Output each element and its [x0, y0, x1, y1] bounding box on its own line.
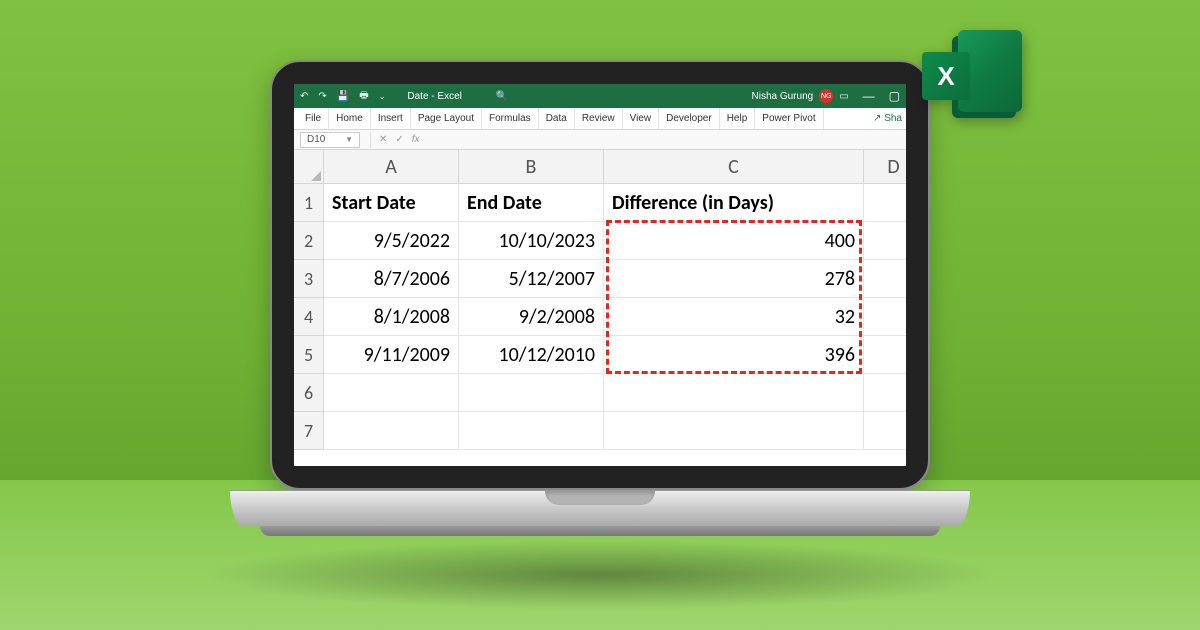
tab-home[interactable]: Home: [329, 108, 371, 129]
spreadsheet-grid[interactable]: A B C D 1 Start Date End Date Difference…: [294, 150, 906, 450]
name-box[interactable]: D10 ▼: [300, 132, 360, 148]
cell-d7[interactable]: [864, 412, 906, 450]
cell-d6[interactable]: [864, 374, 906, 412]
qat-more-icon[interactable]: ⌄: [379, 92, 386, 101]
excel-window: ↶ ↷ 💾 🖶 ⌄ Date - Excel 🔍 Nisha Gurung NG…: [294, 84, 906, 466]
cell-d1[interactable]: [864, 184, 906, 222]
cell-b2[interactable]: 10/10/2023: [459, 222, 604, 260]
cell-c7[interactable]: [604, 412, 864, 450]
search-icon[interactable]: 🔍: [496, 91, 508, 102]
cell-a5[interactable]: 9/11/2009: [324, 336, 459, 374]
enter-formula-icon[interactable]: ✓: [391, 134, 407, 145]
cell-a1[interactable]: Start Date: [324, 184, 459, 222]
save-icon[interactable]: 💾: [337, 91, 349, 102]
cell-a6[interactable]: [324, 374, 459, 412]
select-all-corner[interactable]: [294, 150, 324, 184]
cell-c4[interactable]: 32: [604, 298, 864, 336]
row-header-5[interactable]: 5: [294, 336, 324, 374]
cell-b4[interactable]: 9/2/2008: [459, 298, 604, 336]
cell-a7[interactable]: [324, 412, 459, 450]
laptop-mockup: ↶ ↷ 💾 🖶 ⌄ Date - Excel 🔍 Nisha Gurung NG…: [270, 60, 930, 536]
row-header-6[interactable]: 6: [294, 374, 324, 412]
cell-d4[interactable]: [864, 298, 906, 336]
cell-c6[interactable]: [604, 374, 864, 412]
tab-power-pivot[interactable]: Power Pivot: [755, 108, 823, 129]
share-button[interactable]: ↗ Sha: [873, 113, 906, 124]
tab-view[interactable]: View: [623, 108, 660, 129]
cell-d5[interactable]: [864, 336, 906, 374]
tab-formulas[interactable]: Formulas: [482, 108, 539, 129]
col-header-d[interactable]: D: [864, 150, 906, 184]
laptop-hinge: [230, 490, 970, 526]
name-box-value: D10: [307, 134, 325, 145]
maximize-button[interactable]: ▢: [889, 89, 900, 103]
cell-a3[interactable]: 8/7/2006: [324, 260, 459, 298]
col-header-a[interactable]: A: [324, 150, 459, 184]
row-header-2[interactable]: 2: [294, 222, 324, 260]
tab-review[interactable]: Review: [575, 108, 623, 129]
row-header-4[interactable]: 4: [294, 298, 324, 336]
minimize-button[interactable]: —: [863, 89, 875, 103]
name-box-dropdown-icon[interactable]: ▼: [345, 135, 353, 144]
tab-file[interactable]: File: [298, 108, 329, 129]
screen-bezel: ↶ ↷ 💾 🖶 ⌄ Date - Excel 🔍 Nisha Gurung NG…: [270, 60, 930, 490]
cell-a4[interactable]: 8/1/2008: [324, 298, 459, 336]
fx-icon[interactable]: fx: [408, 134, 424, 145]
cell-b1[interactable]: End Date: [459, 184, 604, 222]
redo-icon[interactable]: ↷: [318, 91, 326, 102]
cell-c2[interactable]: 400: [604, 222, 864, 260]
print-icon[interactable]: 🖶: [359, 88, 368, 105]
tab-developer[interactable]: Developer: [659, 108, 720, 129]
formula-bar: D10 ▼ ✕ ✓ fx: [294, 130, 906, 150]
cell-d2[interactable]: [864, 222, 906, 260]
laptop-base: [260, 526, 940, 536]
cell-b6[interactable]: [459, 374, 604, 412]
tab-data[interactable]: Data: [539, 108, 575, 129]
cell-d3[interactable]: [864, 260, 906, 298]
tab-help[interactable]: Help: [720, 108, 756, 129]
undo-icon[interactable]: ↶: [300, 91, 308, 102]
col-header-b[interactable]: B: [459, 150, 604, 184]
user-name: Nisha Gurung: [752, 91, 814, 102]
excel-badge-icon: X: [922, 52, 970, 100]
title-bar: ↶ ↷ 💾 🖶 ⌄ Date - Excel 🔍 Nisha Gurung NG…: [294, 84, 906, 108]
row-header-3[interactable]: 3: [294, 260, 324, 298]
cell-c3[interactable]: 278: [604, 260, 864, 298]
row-header-7[interactable]: 7: [294, 412, 324, 450]
cell-c1[interactable]: Difference (in Days): [604, 184, 864, 222]
cell-a2[interactable]: 9/5/2022: [324, 222, 459, 260]
col-header-c[interactable]: C: [604, 150, 864, 184]
excel-logo: X: [922, 30, 1022, 118]
tab-insert[interactable]: Insert: [371, 108, 411, 129]
cell-b5[interactable]: 10/12/2010: [459, 336, 604, 374]
cancel-formula-icon[interactable]: ✕: [375, 134, 391, 145]
ribbon: File Home Insert Page Layout Formulas Da…: [294, 108, 906, 130]
cell-c5[interactable]: 396: [604, 336, 864, 374]
row-header-1[interactable]: 1: [294, 184, 324, 222]
tab-page-layout[interactable]: Page Layout: [411, 108, 482, 129]
ribbon-display-icon[interactable]: ▭: [839, 91, 848, 102]
document-title: Date - Excel: [407, 91, 461, 102]
user-avatar[interactable]: NG: [819, 89, 833, 103]
cell-b7[interactable]: [459, 412, 604, 450]
cell-b3[interactable]: 5/12/2007: [459, 260, 604, 298]
